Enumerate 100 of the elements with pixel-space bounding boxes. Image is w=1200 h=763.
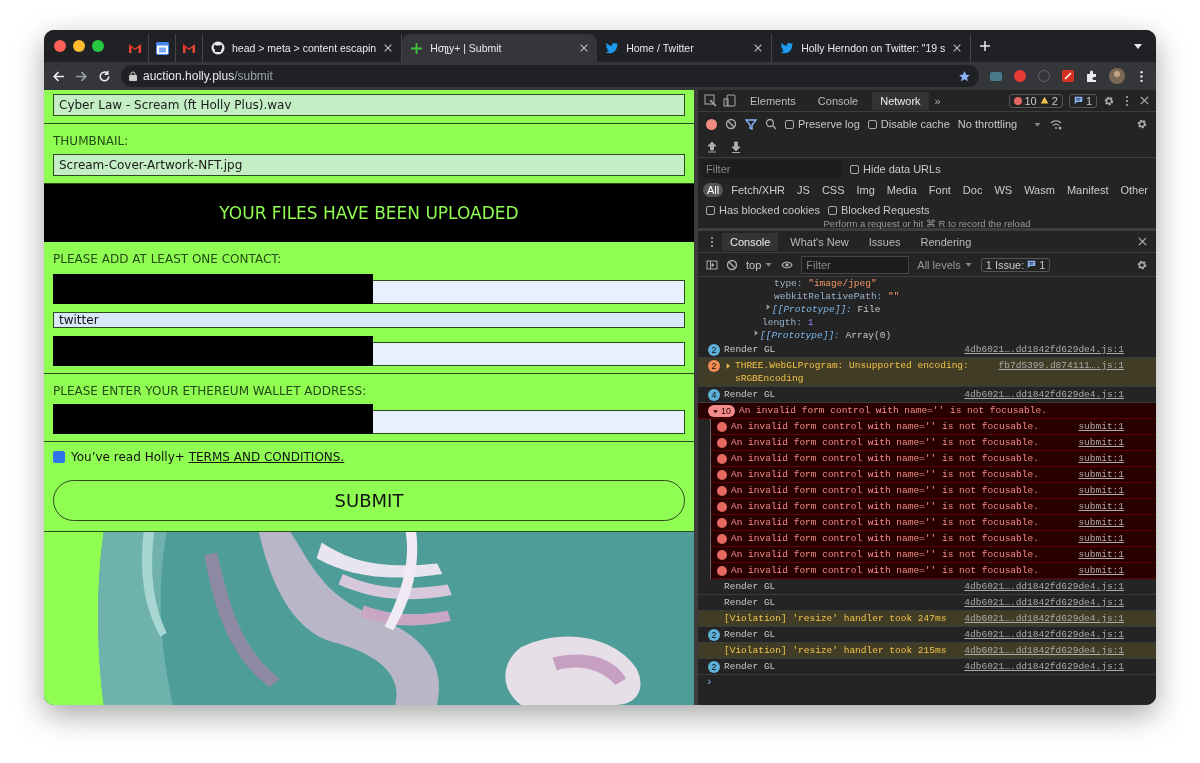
panel-tab[interactable]: Elements xyxy=(742,91,804,110)
type-filter[interactable]: Img xyxy=(852,183,879,197)
type-filter[interactable]: All xyxy=(703,183,724,197)
source-link[interactable]: 4db6021….dd1842fd629de4.js:1 xyxy=(964,596,1150,609)
input-field[interactable]: twitter xyxy=(53,312,685,328)
issues-button[interactable]: 1 Issue: 1 xyxy=(980,257,1051,272)
context-dropdown[interactable]: top xyxy=(746,258,774,271)
type-filter[interactable]: Wasm xyxy=(1020,183,1059,197)
source-link[interactable]: 4db6021….dd1842fd629de4.js:1 xyxy=(964,628,1150,641)
source-link[interactable]: submit:1 xyxy=(1078,420,1150,433)
source-link[interactable]: submit:1 xyxy=(1078,532,1150,545)
type-filter[interactable]: WS xyxy=(990,183,1017,197)
source-link[interactable]: 4db6021….dd1842fd629de4.js:1 xyxy=(964,388,1150,401)
drawer-tab[interactable]: Rendering xyxy=(912,232,980,251)
close-icon[interactable] xyxy=(1137,236,1148,247)
source-link[interactable]: submit:1 xyxy=(1078,548,1150,561)
clear-icon[interactable] xyxy=(725,118,737,130)
source-link[interactable]: submit:1 xyxy=(1078,436,1150,449)
device-icon[interactable] xyxy=(723,94,736,107)
back-icon[interactable] xyxy=(52,69,65,83)
type-filter[interactable]: Font xyxy=(924,183,955,197)
input-field[interactable] xyxy=(373,342,685,366)
panel-tab[interactable]: Network xyxy=(872,91,929,110)
source-link[interactable]: submit:1 xyxy=(1078,452,1150,465)
record-button[interactable] xyxy=(706,118,717,130)
settings-icon[interactable] xyxy=(1103,94,1115,107)
checkbox[interactable] xyxy=(706,205,715,215)
maximize-button[interactable] xyxy=(92,40,104,52)
file-field[interactable]: Cyber Law - Scream (ft Holly Plus).wav xyxy=(53,94,685,116)
sidebar-toggle-icon[interactable] xyxy=(706,258,718,271)
source-link[interactable]: 4db6021….dd1842fd629de4.js:1 xyxy=(964,644,1150,657)
file-field[interactable]: Scream-Cover-Artwork-NFT.jpg xyxy=(53,154,685,176)
expand-arrow-icon[interactable] xyxy=(752,329,760,337)
type-filter[interactable]: Manifest xyxy=(1062,183,1113,197)
terms-link[interactable]: TERMS AND CONDITIONS. xyxy=(188,450,345,464)
panel-tab[interactable]: Console xyxy=(809,91,867,110)
checkbox[interactable] xyxy=(850,164,859,174)
type-filter[interactable]: Other xyxy=(1116,183,1152,197)
throttling-dropdown[interactable]: No throttling xyxy=(957,118,1043,130)
source-link[interactable]: submit:1 xyxy=(1078,500,1150,513)
expand-arrow-icon[interactable] xyxy=(724,362,732,370)
source-link[interactable]: submit:1 xyxy=(1078,564,1150,577)
search-icon[interactable] xyxy=(765,118,777,130)
address-bar[interactable]: auction.holly.plus/submit xyxy=(121,65,979,87)
eye-icon[interactable] xyxy=(781,258,794,271)
drawer-tab[interactable]: Console xyxy=(722,232,779,251)
drawer-tab[interactable]: Issues xyxy=(860,232,909,251)
inspect-icon[interactable] xyxy=(704,94,717,107)
console-prompt[interactable]: › xyxy=(698,675,1156,690)
settings-icon[interactable] xyxy=(1136,118,1148,130)
new-tab-icon[interactable] xyxy=(979,40,992,52)
close-icon[interactable] xyxy=(753,43,764,53)
type-filter[interactable]: CSS xyxy=(817,183,849,197)
avatar-icon[interactable] xyxy=(1109,68,1125,84)
close-icon[interactable] xyxy=(952,43,963,53)
issue-counter[interactable]: 1 xyxy=(1068,93,1097,108)
source-link[interactable]: fb7d5399.d874111….js:1 xyxy=(998,359,1150,372)
puzzle-icon[interactable] xyxy=(1085,69,1099,83)
filter-icon[interactable] xyxy=(745,118,757,130)
checkbox[interactable] xyxy=(785,119,794,129)
forward-icon[interactable] xyxy=(75,69,88,83)
type-filter[interactable]: Doc xyxy=(958,183,987,197)
filter-field[interactable]: Filter xyxy=(702,160,842,178)
close-icon[interactable] xyxy=(579,43,590,53)
clear-icon[interactable] xyxy=(726,258,738,271)
extension-icon[interactable] xyxy=(1061,69,1075,83)
upload-icon[interactable] xyxy=(706,140,718,153)
type-filter[interactable]: Media xyxy=(882,183,921,197)
reload-icon[interactable] xyxy=(98,69,111,83)
expand-arrow-icon[interactable] xyxy=(764,303,772,311)
filter-field[interactable]: Filter xyxy=(801,255,910,274)
network-settings-icon[interactable] xyxy=(1050,118,1063,130)
input-field[interactable] xyxy=(373,410,685,434)
star-icon[interactable] xyxy=(958,69,971,83)
count-badge[interactable]: 10 xyxy=(708,405,735,417)
issue-counter[interactable]: 10 2 xyxy=(1008,93,1063,108)
browser-tab[interactable]: Hσʅʅy+ | Submit xyxy=(402,34,598,62)
type-filter[interactable]: Fetch/XHR xyxy=(727,183,790,197)
settings-icon[interactable] xyxy=(1136,258,1148,271)
download-icon[interactable] xyxy=(730,140,742,153)
source-link[interactable]: 4db6021….dd1842fd629de4.js:1 xyxy=(964,612,1150,625)
levels-dropdown[interactable]: All levels xyxy=(917,258,973,271)
type-filter[interactable]: JS xyxy=(793,183,814,197)
source-link[interactable]: 4db6021….dd1842fd629de4.js:1 xyxy=(964,660,1150,673)
checkbox[interactable] xyxy=(53,451,65,463)
drawer-tab[interactable]: What's New xyxy=(782,232,857,251)
close-icon[interactable] xyxy=(383,43,394,53)
more-tabs-button[interactable]: » xyxy=(934,94,941,107)
close-button[interactable] xyxy=(54,40,66,52)
checkbox[interactable] xyxy=(827,205,837,215)
close-icon[interactable] xyxy=(1139,95,1150,106)
source-link[interactable]: 4db6021….dd1842fd629de4.js:1 xyxy=(964,580,1150,593)
checkbox[interactable] xyxy=(867,119,877,129)
source-link[interactable]: 4db6021….dd1842fd629de4.js:1 xyxy=(964,343,1150,356)
input-field[interactable] xyxy=(373,280,685,304)
minimize-button[interactable] xyxy=(73,40,85,52)
source-link[interactable]: submit:1 xyxy=(1078,468,1150,481)
source-link[interactable]: submit:1 xyxy=(1078,516,1150,529)
source-link[interactable]: submit:1 xyxy=(1078,484,1150,497)
submit-button[interactable]: SUBMIT xyxy=(53,480,685,521)
